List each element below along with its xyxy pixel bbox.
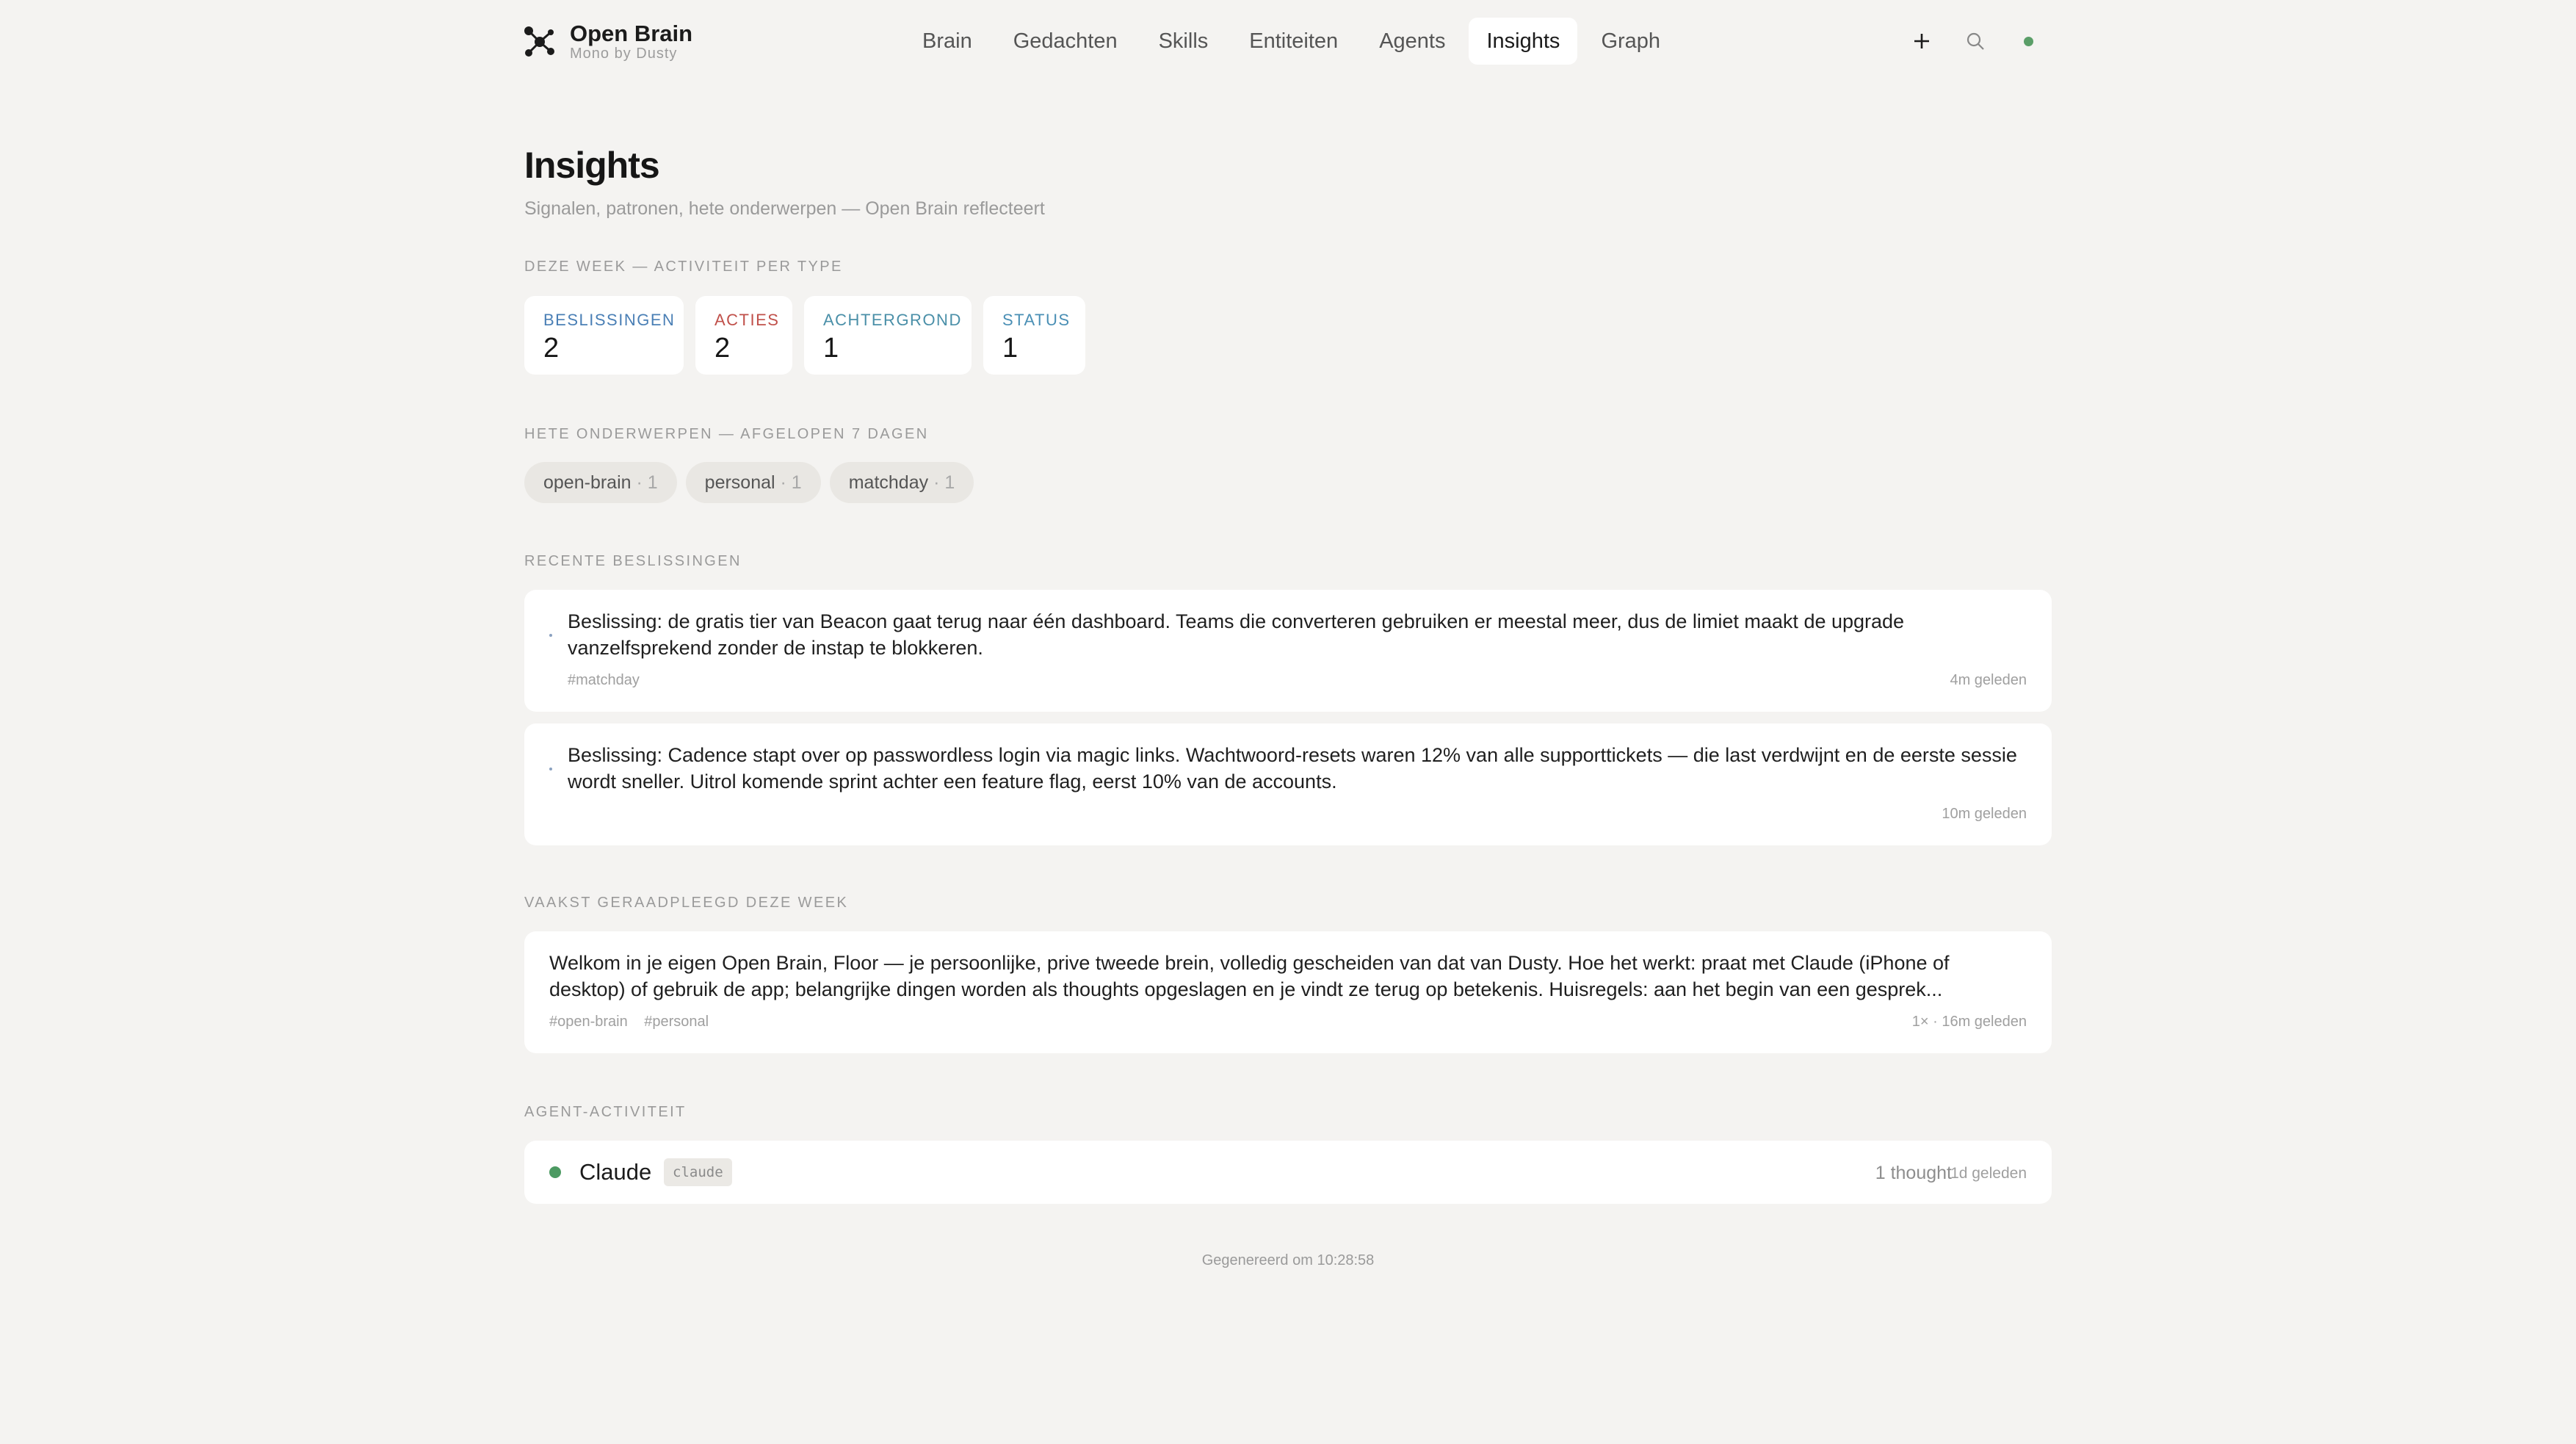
consulted-text: Welkom in je eigen Open Brain, Floor — j… <box>549 952 1950 1000</box>
most-consulted-section-label: VAAKST GERAADPLEEGD DEZE WEEK <box>524 895 849 911</box>
consulted-card[interactable]: Welkom in je eigen Open Brain, Floor — j… <box>524 931 2052 1053</box>
bullet-icon <box>549 768 552 770</box>
decision-text: Beslissing: de gratis tier van Beacon ga… <box>568 610 1905 659</box>
nav-graph[interactable]: Graph <box>1583 18 1678 65</box>
search-icon <box>1967 32 1984 50</box>
consulted-tags: #open-brain #personal <box>549 1014 709 1030</box>
add-button[interactable] <box>1904 24 1939 59</box>
topic-name: matchday <box>848 472 929 493</box>
topic-chip[interactable]: personal · 1 <box>685 462 821 503</box>
stat-value: 2 <box>714 333 731 364</box>
top-bar: Open Brain Mono by Dusty Brain Gedachten… <box>0 0 2576 82</box>
nav-gedachten[interactable]: Gedachten <box>996 18 1135 65</box>
brain-logo-icon <box>524 26 554 57</box>
bullet-icon <box>549 634 552 637</box>
brand-text: Open Brain Mono by Dusty <box>570 22 692 62</box>
page-subtitle: Signalen, patronen, hete onderwerpen — O… <box>524 198 1045 219</box>
agent-activity-section-label: AGENT-ACTIVITEIT <box>524 1104 687 1120</box>
stat-acties[interactable]: ACTIES 2 <box>695 296 792 375</box>
stat-label: BESLISSINGEN <box>543 311 676 329</box>
topic-chip[interactable]: matchday · 1 <box>829 462 974 503</box>
brand[interactable]: Open Brain Mono by Dusty <box>523 22 692 62</box>
stat-value: 1 <box>823 333 839 364</box>
brand-name: Open Brain <box>570 21 693 46</box>
agent-status-dot <box>549 1166 561 1178</box>
stat-label: STATUS <box>1002 311 1071 329</box>
nav-brain[interactable]: Brain <box>905 18 990 65</box>
topic-name: open-brain <box>543 472 632 493</box>
stat-label: ACHTERGROND <box>823 311 962 329</box>
activity-section-label: DEZE WEEK — ACTIVITEIT PER TYPE <box>524 259 843 275</box>
plus-icon <box>1914 34 1929 48</box>
topic-count: · 1 <box>933 472 955 493</box>
agent-time: 1d geleden <box>1950 1165 2027 1182</box>
generated-at: Gegenereerd om 10:28:58 <box>1201 1252 1375 1268</box>
page: Open Brain Mono by Dusty Brain Gedachten… <box>0 0 2576 1444</box>
decision-time: 4m geleden <box>1950 672 2027 688</box>
topic-chip[interactable]: open-brain · 1 <box>524 462 677 503</box>
stat-beslissingen[interactable]: BESLISSINGEN 2 <box>524 296 684 375</box>
agent-thought-count: 1 thought <box>1875 1163 1952 1183</box>
brand-subtitle: Mono by Dusty <box>570 46 678 62</box>
topic-count: · 1 <box>636 472 658 493</box>
agent-tag: claude <box>664 1158 732 1186</box>
hot-topics-section-label: HETE ONDERWERPEN — AFGELOPEN 7 DAGEN <box>524 426 929 442</box>
nav-agents[interactable]: Agents <box>1361 18 1463 65</box>
stat-label: ACTIES <box>714 311 780 329</box>
topic-name: personal <box>704 472 775 493</box>
consulted-tag[interactable]: #personal <box>644 1014 709 1030</box>
activity-stats: BESLISSINGEN 2 ACTIES 2 ACHTERGROND 1 ST… <box>524 296 1097 375</box>
main-nav: Brain Gedachten Skills Entiteiten Agents… <box>905 18 1684 65</box>
topic-count: · 1 <box>780 472 802 493</box>
recent-decisions-section-label: RECENTE BESLISSINGEN <box>524 553 742 569</box>
page-title: Insights <box>524 145 660 186</box>
decision-card[interactable]: Beslissing: de gratis tier van Beacon ga… <box>524 590 2052 712</box>
stat-status[interactable]: STATUS 1 <box>983 296 1085 375</box>
agent-name: Claude <box>579 1159 652 1185</box>
nav-insights[interactable]: Insights <box>1469 18 1578 65</box>
consulted-tag[interactable]: #open-brain <box>549 1014 628 1030</box>
search-button[interactable] <box>1958 24 1993 59</box>
decision-tag[interactable]: #matchday <box>568 672 640 689</box>
stat-value: 1 <box>1002 333 1019 364</box>
nav-skills[interactable]: Skills <box>1141 18 1226 65</box>
stat-achtergrond[interactable]: ACHTERGROND 1 <box>804 296 972 375</box>
decision-card[interactable]: Beslissing: Cadence stapt over op passwo… <box>524 723 2052 845</box>
status-dot-icon <box>2023 36 2033 46</box>
stat-value: 2 <box>543 333 560 364</box>
status-indicator[interactable] <box>2011 24 2046 59</box>
consulted-meta: 1× · 16m geleden <box>1911 1014 2027 1030</box>
nav-entiteiten[interactable]: Entiteiten <box>1231 18 1356 65</box>
hot-topics-chips: open-brain · 1 personal · 1 matchday · 1 <box>524 462 983 503</box>
decision-text: Beslissing: Cadence stapt over op passwo… <box>568 744 2017 793</box>
agent-row[interactable]: Claude claude 1 thought 1d geleden <box>524 1141 2052 1204</box>
decision-time: 10m geleden <box>1942 806 2027 822</box>
